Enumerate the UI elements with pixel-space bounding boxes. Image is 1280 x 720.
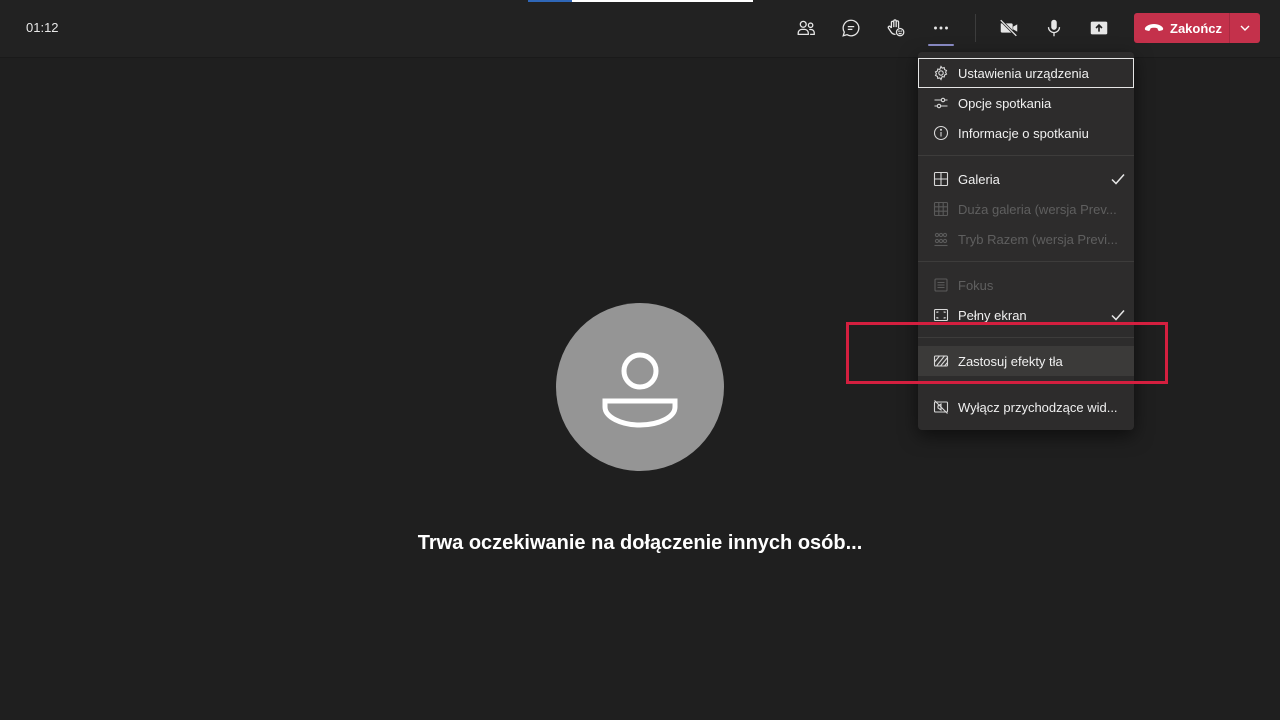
menu-item-large-gallery: Duża galeria (wersja Prev... bbox=[918, 194, 1134, 224]
menu-item-gallery[interactable]: Galeria bbox=[918, 164, 1134, 194]
more-icon bbox=[934, 26, 948, 30]
menu-item-together-mode: Tryb Razem (wersja Previ... bbox=[918, 224, 1134, 254]
checkmark-icon bbox=[1111, 310, 1125, 321]
menu-item-label: Galeria bbox=[958, 171, 1000, 187]
menu-item-label: Ustawienia urządzenia bbox=[958, 65, 1089, 81]
menu-item-focus: Fokus bbox=[918, 270, 1134, 300]
menu-item-label: Fokus bbox=[958, 277, 994, 293]
toolbar-divider bbox=[975, 14, 976, 42]
menu-separator bbox=[918, 261, 1134, 262]
end-call-label: Zakończ bbox=[1170, 20, 1223, 36]
participants-button[interactable] bbox=[790, 12, 822, 44]
focus-icon bbox=[934, 278, 948, 292]
highlight-annotation-box bbox=[846, 322, 1168, 384]
menu-item-turn-off-incoming-video[interactable]: Wyłącz przychodzące wid... bbox=[918, 392, 1134, 422]
grid-icon bbox=[933, 171, 949, 187]
info-icon bbox=[933, 125, 949, 141]
menu-item-meeting-info[interactable]: Informacje o spotkaniu bbox=[918, 118, 1134, 148]
gear-icon bbox=[934, 65, 948, 81]
checkmark-icon bbox=[1111, 174, 1125, 185]
person-icon bbox=[602, 352, 678, 428]
menu-item-label: Informacje o spotkaniu bbox=[958, 125, 1089, 141]
share-tray-icon bbox=[1090, 21, 1108, 35]
camera-toggle-button[interactable] bbox=[993, 12, 1025, 44]
microphone-icon bbox=[1047, 19, 1061, 37]
top-progress-strip bbox=[528, 0, 753, 2]
top-progress-segment bbox=[528, 0, 572, 2]
raise-hand-icon bbox=[887, 19, 905, 37]
chevron-down-icon bbox=[1240, 25, 1250, 31]
menu-item-label: Tryb Razem (wersja Previ... bbox=[958, 231, 1118, 247]
together-mode-icon bbox=[934, 232, 948, 247]
menu-separator bbox=[918, 155, 1134, 156]
end-call-group: Zakończ bbox=[1134, 13, 1260, 43]
raise-hand-button[interactable] bbox=[880, 12, 912, 44]
camera-off-icon bbox=[999, 19, 1018, 37]
chat-icon bbox=[842, 19, 860, 37]
menu-item-device-settings[interactable]: Ustawienia urządzenia bbox=[918, 58, 1134, 88]
menu-item-label: Pełny ekran bbox=[958, 307, 1027, 323]
microphone-button[interactable] bbox=[1038, 12, 1070, 44]
more-actions-button[interactable] bbox=[925, 12, 957, 44]
active-indicator bbox=[928, 44, 954, 46]
share-content-button[interactable] bbox=[1083, 12, 1115, 44]
video-off-icon bbox=[933, 400, 949, 414]
meeting-toolbar: 01:12 Zakończ bbox=[0, 0, 1280, 58]
sliders-icon bbox=[934, 97, 948, 109]
end-call-options-button[interactable] bbox=[1230, 13, 1260, 43]
end-call-button[interactable]: Zakończ bbox=[1134, 13, 1229, 43]
hang-up-icon bbox=[1144, 24, 1164, 31]
menu-item-meeting-options[interactable]: Opcje spotkania bbox=[918, 88, 1134, 118]
large-grid-icon bbox=[933, 201, 949, 217]
call-timer: 01:12 bbox=[26, 20, 59, 35]
chat-button[interactable] bbox=[835, 12, 867, 44]
avatar bbox=[556, 303, 724, 471]
menu-item-label: Opcje spotkania bbox=[958, 95, 1052, 111]
menu-item-label: Duża galeria (wersja Prev... bbox=[958, 201, 1117, 217]
menu-item-label: Wyłącz przychodzące wid... bbox=[958, 399, 1118, 415]
waiting-message: Trwa oczekiwanie na dołączenie innych os… bbox=[417, 532, 863, 554]
fullscreen-icon bbox=[933, 308, 949, 322]
participants-icon bbox=[797, 20, 815, 36]
